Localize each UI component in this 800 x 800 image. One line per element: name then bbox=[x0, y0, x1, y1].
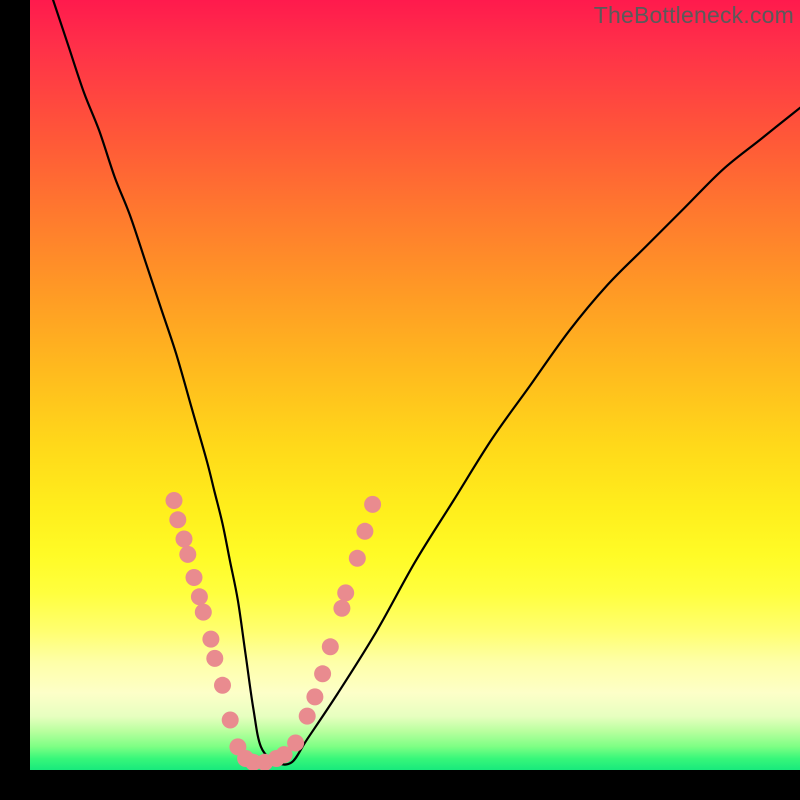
marker-dot bbox=[364, 496, 381, 513]
marker-dot bbox=[349, 550, 366, 567]
bottleneck-curve bbox=[53, 0, 800, 765]
marker-dot bbox=[191, 588, 208, 605]
marker-dot bbox=[206, 650, 223, 667]
watermark-text: TheBottleneck.com bbox=[594, 2, 794, 29]
marker-dot bbox=[356, 523, 373, 540]
marker-dot bbox=[195, 604, 212, 621]
marker-dot bbox=[299, 708, 316, 725]
marker-dot bbox=[176, 531, 193, 548]
marker-dot bbox=[179, 546, 196, 563]
marker-dot bbox=[306, 688, 323, 705]
chart-svg bbox=[30, 0, 800, 770]
marker-dot bbox=[314, 665, 331, 682]
marker-dot bbox=[222, 712, 239, 729]
marker-dot bbox=[322, 638, 339, 655]
highlighted-markers bbox=[166, 492, 382, 770]
chart-frame: TheBottleneck.com bbox=[30, 0, 800, 770]
marker-dot bbox=[202, 631, 219, 648]
marker-dot bbox=[333, 600, 350, 617]
marker-dot bbox=[169, 511, 186, 528]
marker-dot bbox=[337, 584, 354, 601]
marker-dot bbox=[214, 677, 231, 694]
marker-dot bbox=[166, 492, 183, 509]
marker-dot bbox=[287, 735, 304, 752]
marker-dot bbox=[186, 569, 203, 586]
